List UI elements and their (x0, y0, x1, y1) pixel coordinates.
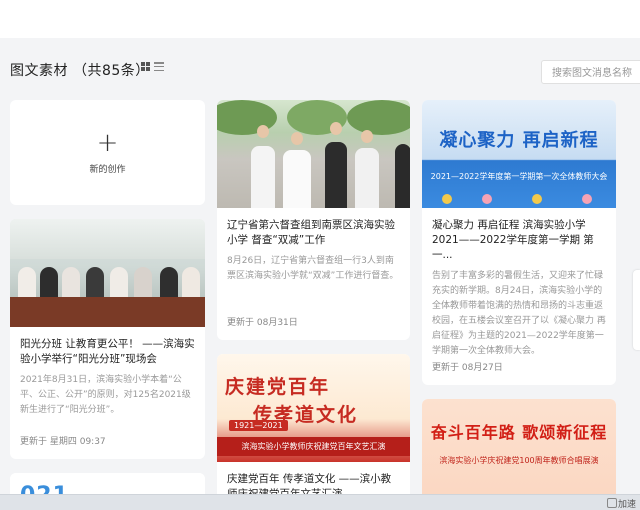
banner-headline: 奋斗百年路 歌颂新征程 (430, 423, 608, 442)
article-card[interactable]: 凝心聚力 再启新程 2021—2022学年度第一学期第一次全体教师大会 凝心聚力… (422, 100, 616, 385)
search-input[interactable] (542, 62, 640, 85)
list-view-icon[interactable] (154, 62, 164, 71)
article-thumbnail (217, 100, 410, 208)
plus-icon: + (96, 128, 119, 158)
banner-subtitle: 滨海实验小学庆祝建党100周年教师合唱展演 (439, 456, 599, 465)
search-box (541, 60, 640, 85)
view-toggle (141, 62, 164, 71)
article-summary: 告别了丰富多彩的暑假生活，又迎来了忙碌充实的新学期。8月24日，滨海实验小学的全… (432, 271, 606, 356)
top-bar (0, 0, 640, 38)
article-card[interactable]: 辽宁省第六督查组到南票区滨海实验小学 督查“双减”工作 8月26日，辽宁省第六督… (217, 100, 410, 340)
article-card[interactable]: 庆建党百年 传孝道文化 1921—2021 滨海实验小学教师庆祝建党百年文艺汇演… (217, 354, 410, 504)
grid-view-icon[interactable] (141, 62, 150, 71)
banner-subtitle: 2021—2022学年度第一学期第一次全体教师大会 (430, 172, 608, 181)
article-thumbnail: 庆建党百年 传孝道文化 1921—2021 滨海实验小学教师庆祝建党百年文艺汇演 (217, 354, 410, 462)
article-title: 辽宁省第六督查组到南票区滨海实验小学 督查“双减”工作 (227, 219, 395, 246)
taskbar: 加速 (0, 494, 640, 510)
page-title: 图文素材 （共85条） (10, 63, 150, 79)
article-title: 凝心聚力 再启征程 滨海实验小学2021——2022学年度第一学期 第一... (432, 219, 594, 261)
new-creation-label: 新的创作 (89, 165, 126, 175)
article-title: 阳光分班 让教育更公平！ ——滨海实验小学举行“阳光分班”现场会 (20, 338, 195, 365)
article-summary: 2021年8月31日，滨海实验小学本着“公平、公正、公开”的原则，对125名20… (20, 375, 191, 415)
article-updated: 更新于 星期四 09:37 (20, 437, 106, 447)
article-thumbnail: 奋斗百年路 歌颂新征程 滨海实验小学庆祝建党100周年教师合唱展演 (422, 399, 616, 499)
article-thumbnail (10, 219, 205, 327)
article-thumbnail: 凝心聚力 再启新程 2021—2022学年度第一学期第一次全体教师大会 (422, 100, 616, 208)
banner-headline: 凝心聚力 再启新程 (439, 130, 599, 151)
window-icon[interactable] (607, 498, 617, 508)
taskbar-label: 加速 (617, 500, 636, 510)
article-card[interactable]: 阳光分班 让教育更公平！ ——滨海实验小学举行“阳光分班”现场会 2021年8月… (10, 219, 205, 459)
article-card[interactable]: 奋斗百年路 歌颂新征程 滨海实验小学庆祝建党100周年教师合唱展演 (422, 399, 616, 504)
banner-line-1: 庆建党百年 (225, 376, 331, 398)
banner-years: 1921—2021 (229, 420, 288, 431)
article-summary: 8月26日，辽宁省第六督查组一行3人到南票区滨海实验小学就“双减”工作进行督查。 (227, 256, 399, 281)
article-updated: 更新于 08月27日 (432, 363, 503, 373)
article-updated: 更新于 08月31日 (227, 318, 298, 328)
banner-subtitle: 滨海实验小学教师庆祝建党百年文艺汇演 (217, 437, 410, 456)
side-scroll-tab[interactable] (633, 270, 640, 350)
new-creation-card[interactable]: + 新的创作 (10, 100, 205, 205)
